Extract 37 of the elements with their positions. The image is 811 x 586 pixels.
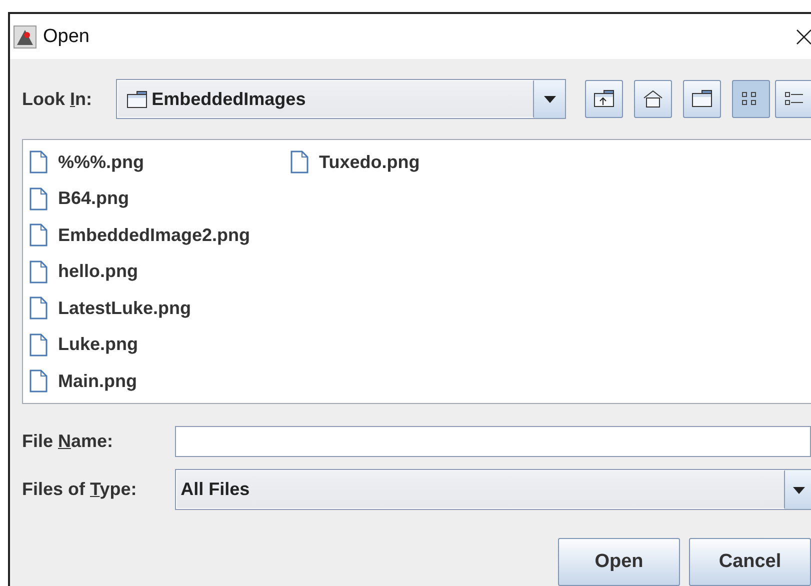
file-icon <box>29 369 48 394</box>
file-item[interactable]: hello.png <box>29 254 250 290</box>
home-button[interactable] <box>634 80 672 118</box>
file-item[interactable]: B64.png <box>29 180 250 217</box>
folder-icon <box>126 90 148 108</box>
details-view-button[interactable] <box>775 80 811 118</box>
file-type-dropdown[interactable]: All Files <box>174 469 811 510</box>
folder-icon <box>691 89 713 109</box>
file-item[interactable]: Luke.png <box>29 326 250 363</box>
file-icon <box>29 150 48 174</box>
file-item[interactable]: %%%.png <box>29 144 250 180</box>
look-in-label: Look In: <box>22 88 94 110</box>
file-name-field[interactable] <box>175 426 811 457</box>
close-icon <box>795 28 811 46</box>
file-item[interactable]: Tuxedo.png <box>290 144 420 180</box>
dialog-button[interactable]: Open <box>558 538 680 586</box>
up-folder-button[interactable] <box>585 80 623 118</box>
look-in-dropdown[interactable]: EmbeddedImages <box>116 79 566 119</box>
file-item[interactable]: Main.png <box>29 363 250 400</box>
up-folder-icon <box>593 89 615 109</box>
file-icon <box>29 296 48 320</box>
window-title: Open <box>43 26 90 48</box>
file-type-label: Files of Type: <box>22 479 138 500</box>
file-icon <box>290 150 310 174</box>
app-icon <box>13 24 37 48</box>
list-view-button[interactable] <box>732 80 770 118</box>
file-icon <box>29 332 48 357</box>
folder-button[interactable] <box>683 80 721 118</box>
file-icon <box>29 186 48 211</box>
caret-icon <box>542 93 558 105</box>
file-item[interactable]: EmbeddedImage2.png <box>29 217 250 254</box>
file-item[interactable]: LatestLuke.png <box>29 290 250 326</box>
file-name-label: File Name: <box>22 431 114 452</box>
file-icon <box>29 223 48 248</box>
dialog-button[interactable]: Cancel <box>689 538 811 586</box>
file-icon <box>29 260 48 284</box>
home-icon <box>642 89 664 109</box>
